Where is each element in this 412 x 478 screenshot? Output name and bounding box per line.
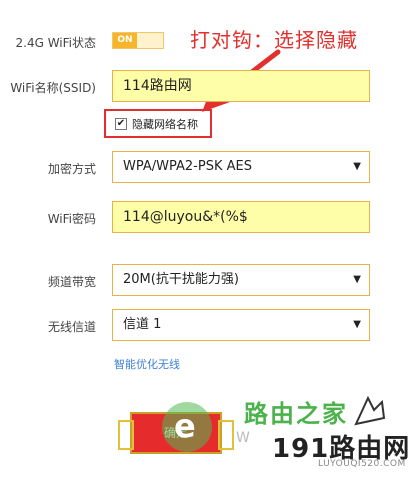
password-label: WiFi密码 xyxy=(47,212,96,226)
dropdown-arrow-icon: ▼ xyxy=(353,319,361,330)
channel-label: 无线信道 xyxy=(47,320,96,334)
bandwidth-value: 20M(抗干扰能力强) xyxy=(123,272,239,287)
encryption-label: 加密方式 xyxy=(47,162,96,176)
encryption-value: WPA/WPA2-PSK AES xyxy=(123,159,252,174)
watermark-text-3: LUYOUQI520.COM xyxy=(318,459,406,469)
watermark-w-mark: W xyxy=(236,430,250,446)
encryption-select[interactable]: WPA/WPA2-PSK AES ▼ xyxy=(112,151,370,183)
mouse-cursor-icon xyxy=(354,395,386,426)
watermark-logo-icon: e xyxy=(162,402,212,452)
password-input[interactable]: 114@luyou&*(%$ xyxy=(112,201,370,233)
dropdown-arrow-icon: ▼ xyxy=(353,274,361,285)
dropdown-arrow-icon: ▼ xyxy=(353,161,361,172)
ssid-label: WiFi名称(SSID) xyxy=(10,81,96,95)
ssid-input[interactable]: 114路由网 xyxy=(112,70,370,102)
wifi-status-label: 2.4G WiFi状态 xyxy=(15,36,97,50)
hide-network-highlight: ✔ 隐藏网络名称 xyxy=(104,109,212,138)
hide-network-label: 隐藏网络名称 xyxy=(132,118,198,131)
channel-value: 信道 1 xyxy=(123,317,162,332)
bandwidth-select[interactable]: 20M(抗干扰能力强) ▼ xyxy=(112,264,370,296)
smart-optimize-link[interactable]: 智能优化无线 xyxy=(114,356,180,372)
channel-select[interactable]: 信道 1 ▼ xyxy=(112,309,370,341)
wifi-status-toggle[interactable]: ON xyxy=(112,32,164,49)
bandwidth-label: 频道带宽 xyxy=(47,275,96,289)
toggle-on-indicator: ON xyxy=(113,33,137,48)
watermark-text-1: 路由之家 xyxy=(244,400,348,428)
hide-network-checkbox[interactable]: ✔ xyxy=(115,118,127,130)
